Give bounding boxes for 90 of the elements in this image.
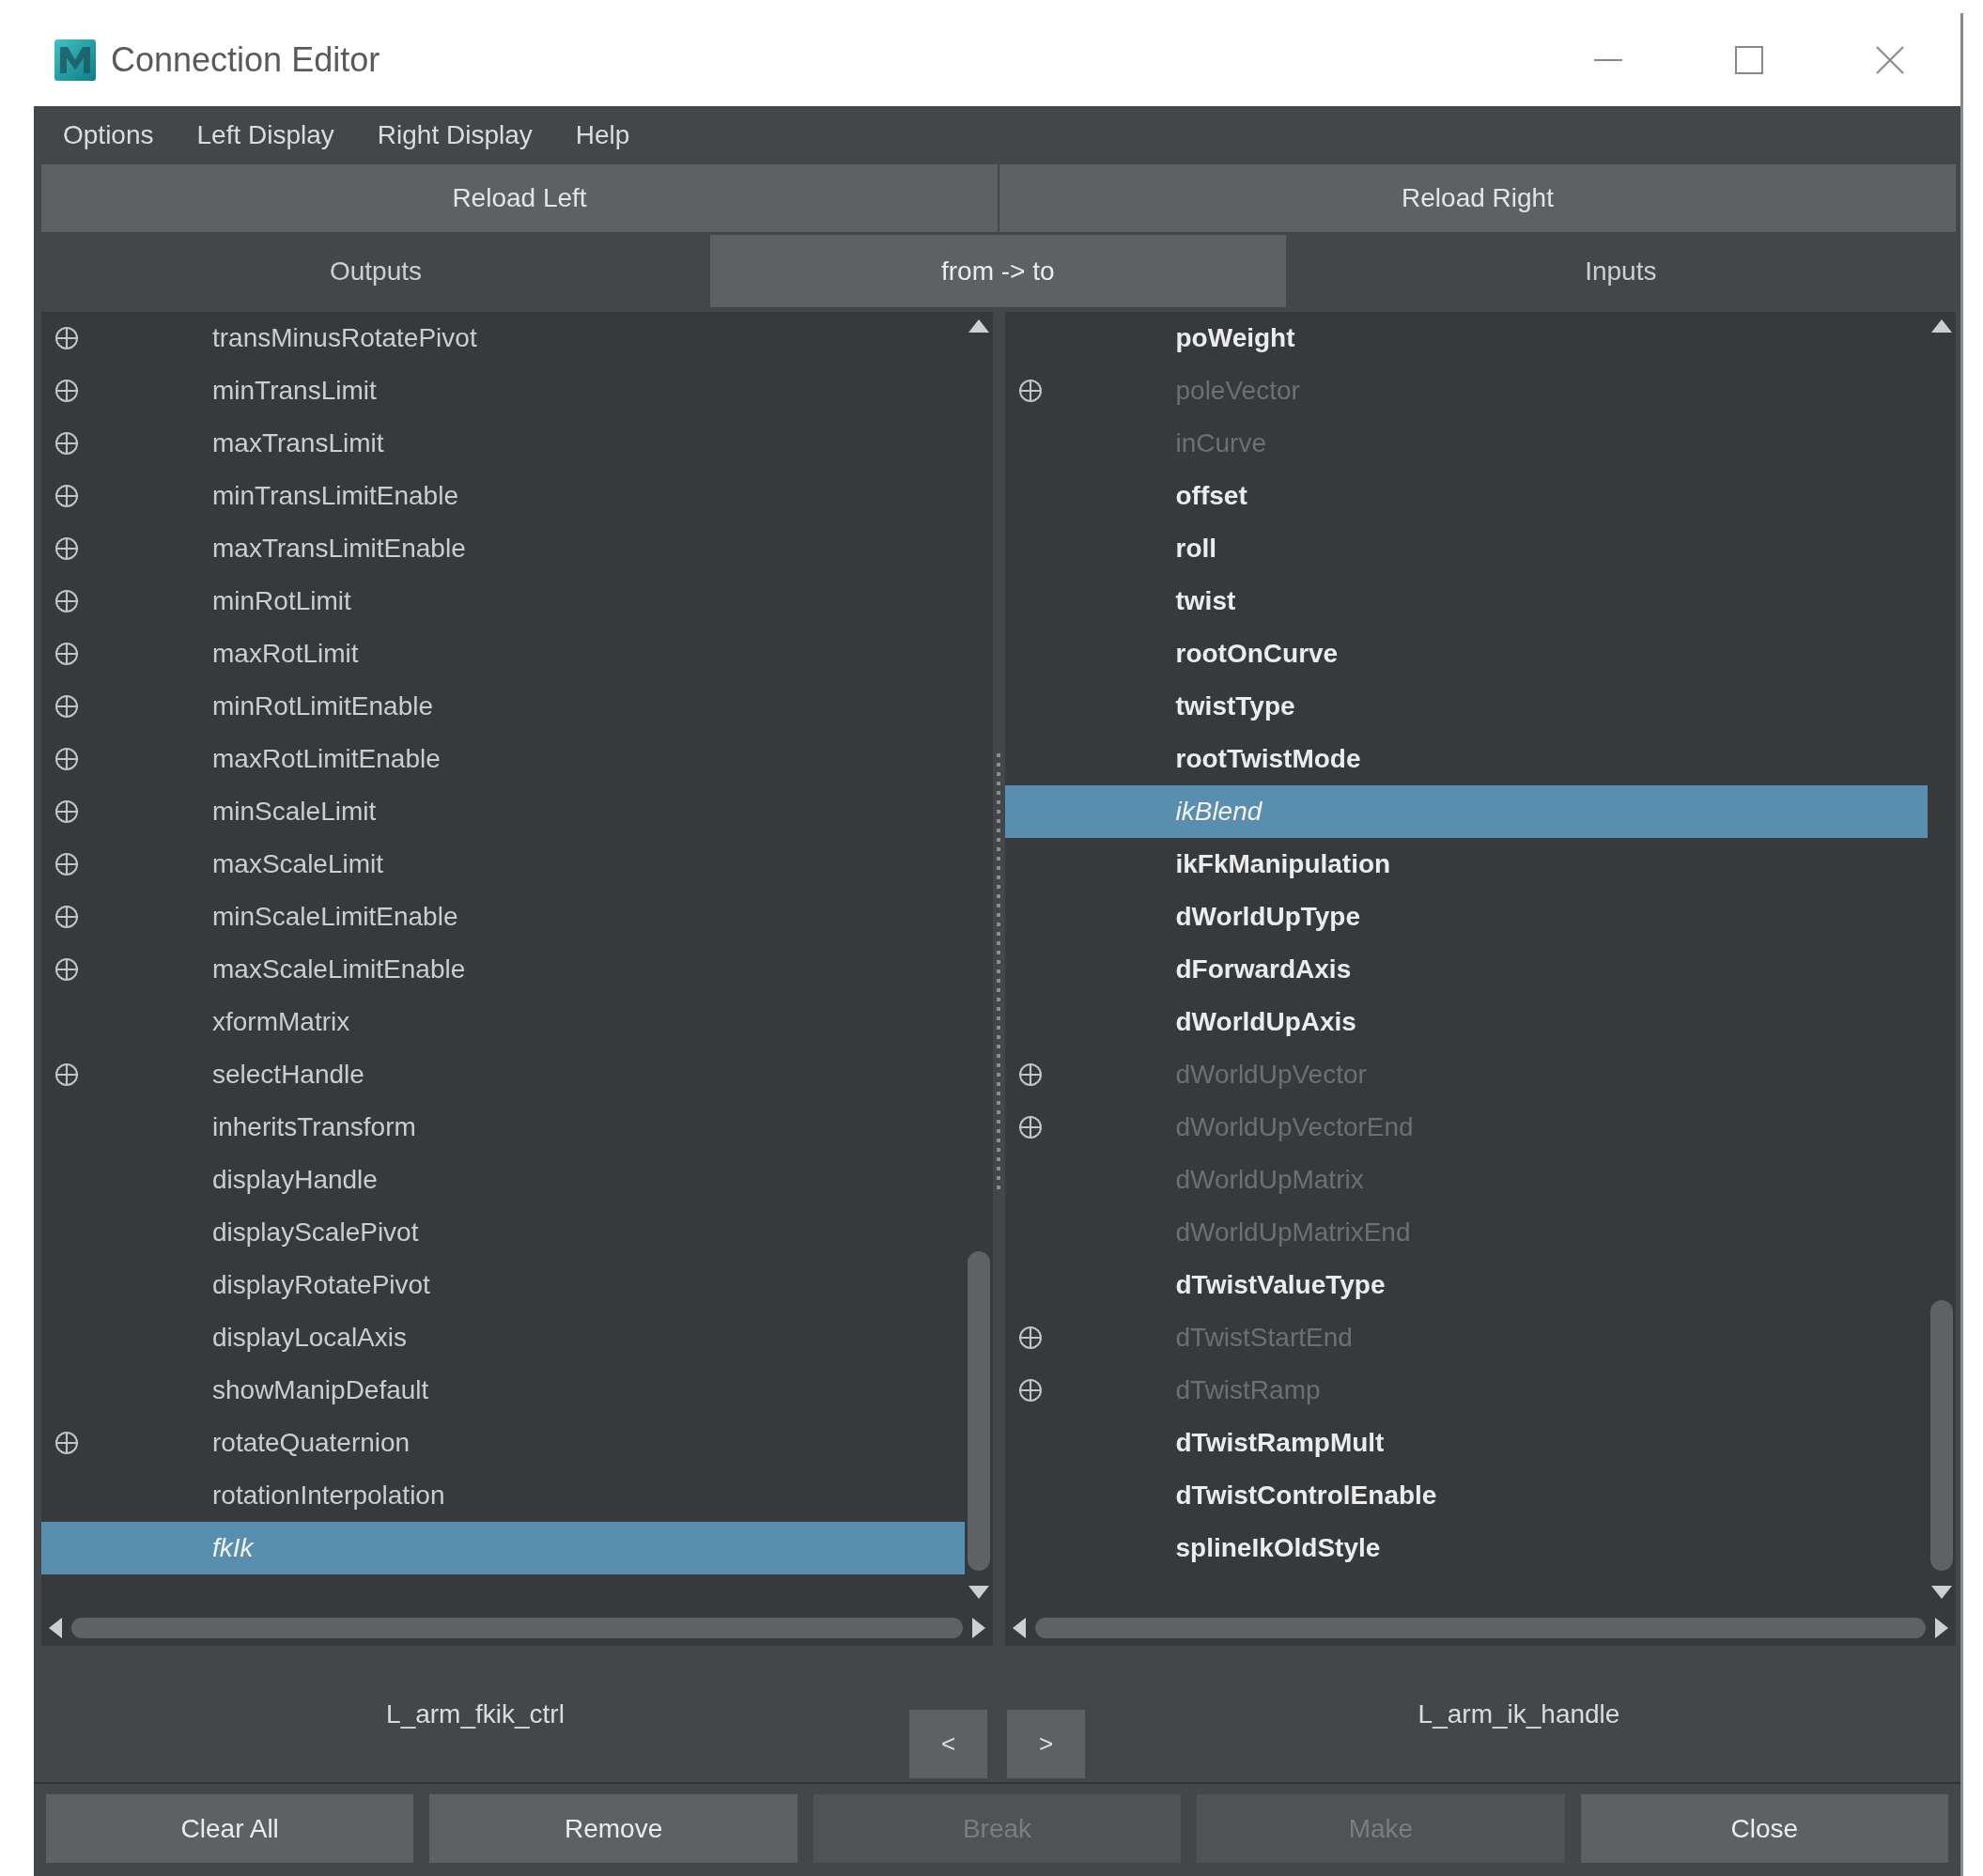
app-logo-icon: [54, 39, 96, 81]
menu-item[interactable]: Help: [553, 120, 652, 150]
attribute-row[interactable]: dTwistValueType: [1004, 1259, 1928, 1311]
expand-icon[interactable]: [54, 852, 79, 876]
expand-icon[interactable]: [1017, 1062, 1043, 1087]
attribute-row[interactable]: roll: [1004, 522, 1928, 575]
source-node-name: L_arm_fkik_ctrl: [386, 1699, 565, 1729]
attribute-row[interactable]: inheritsTransform: [41, 1101, 965, 1154]
scroll-right-icon[interactable]: [971, 1618, 985, 1638]
arrow-button[interactable]: >: [1007, 1710, 1085, 1778]
expand-icon[interactable]: [54, 536, 79, 561]
attribute-row[interactable]: displayScalePivot: [41, 1206, 965, 1259]
menu-item[interactable]: Right Display: [355, 120, 554, 150]
expand-icon[interactable]: [54, 747, 79, 771]
expand-icon[interactable]: [54, 484, 79, 508]
attribute-row[interactable]: dForwardAxis: [1004, 943, 1928, 996]
scrollbar-thumb[interactable]: [1034, 1618, 1926, 1638]
action-button[interactable]: Remove: [429, 1794, 798, 1863]
expand-icon[interactable]: [54, 326, 79, 350]
attribute-row[interactable]: dWorldUpType: [1004, 891, 1928, 943]
attribute-row[interactable]: minTransLimit: [41, 364, 965, 417]
attribute-row[interactable]: twistType: [1004, 680, 1928, 733]
attribute-row[interactable]: splineIkOldStyle: [1004, 1522, 1928, 1574]
scroll-left-icon[interactable]: [1012, 1618, 1026, 1638]
attribute-row[interactable]: maxRotLimit: [41, 628, 965, 680]
expand-icon[interactable]: [54, 1062, 79, 1087]
attribute-row[interactable]: showManipDefault: [41, 1364, 965, 1417]
reload-button[interactable]: Reload Left: [41, 164, 998, 232]
scrollbar-thumb[interactable]: [967, 1251, 990, 1571]
expand-icon[interactable]: [1017, 1326, 1043, 1350]
scroll-right-icon[interactable]: [1935, 1618, 1948, 1638]
arrow-button[interactable]: <: [909, 1710, 987, 1778]
attribute-row[interactable]: rootTwistMode: [1004, 733, 1928, 785]
attribute-row[interactable]: xformMatrix: [41, 996, 965, 1048]
attribute-row[interactable]: twist: [1004, 575, 1928, 628]
scroll-left-icon[interactable]: [49, 1618, 62, 1638]
scroll-down-icon[interactable]: [1931, 1586, 1952, 1599]
close-icon[interactable]: [1874, 43, 1906, 76]
menu-item[interactable]: Options: [41, 120, 176, 150]
attribute-row[interactable]: maxScaleLimit: [41, 838, 965, 891]
expand-icon[interactable]: [1017, 1115, 1043, 1140]
expand-icon[interactable]: [54, 957, 79, 982]
attribute-row[interactable]: selectHandle: [41, 1048, 965, 1101]
scrollbar-thumb[interactable]: [1930, 1300, 1953, 1571]
attribute-row[interactable]: minRotLimit: [41, 575, 965, 628]
action-button[interactable]: Clear All: [46, 1794, 414, 1863]
reload-button[interactable]: Reload Right: [999, 164, 1956, 232]
attribute-row[interactable]: displayRotatePivot: [41, 1259, 965, 1311]
expand-icon[interactable]: [54, 1431, 79, 1455]
expand-icon[interactable]: [1017, 1378, 1043, 1403]
expand-icon[interactable]: [54, 799, 79, 824]
attribute-row[interactable]: dTwistControlEnable: [1004, 1469, 1928, 1522]
attribute-row[interactable]: transMinusRotatePivot: [41, 312, 965, 364]
expand-icon[interactable]: [54, 431, 79, 456]
menu-item[interactable]: Left Display: [175, 120, 356, 150]
tab[interactable]: from -> to: [710, 235, 1286, 307]
attribute-row[interactable]: maxRotLimitEnable: [41, 733, 965, 785]
attribute-row[interactable]: maxTransLimit: [41, 417, 965, 470]
attribute-row[interactable]: maxTransLimitEnable: [41, 522, 965, 575]
expand-icon[interactable]: [54, 589, 79, 613]
attribute-row[interactable]: minScaleLimitEnable: [41, 891, 965, 943]
target-node-name: L_arm_ik_handle: [1418, 1699, 1620, 1729]
tab[interactable]: Outputs: [41, 235, 710, 307]
scroll-up-icon[interactable]: [968, 319, 989, 333]
attribute-row[interactable]: displayHandle: [41, 1154, 965, 1206]
attribute-row[interactable]: minRotLimitEnable: [41, 680, 965, 733]
maximize-icon[interactable]: [1733, 43, 1765, 76]
attribute-row[interactable]: rotateQuaternion: [41, 1417, 965, 1469]
attribute-row[interactable]: rootOnCurve: [1004, 628, 1928, 680]
attribute-row[interactable]: dWorldUpAxis: [1004, 996, 1928, 1048]
attribute-row[interactable]: minScaleLimit: [41, 785, 965, 838]
attribute-row[interactable]: poWeight: [1004, 312, 1928, 364]
attribute-row[interactable]: minTransLimitEnable: [41, 470, 965, 522]
expand-icon[interactable]: [1017, 379, 1043, 403]
window-title: Connection Editor: [111, 39, 381, 80]
expand-icon[interactable]: [54, 905, 79, 929]
attribute-row[interactable]: ikFkManipulation: [1004, 838, 1928, 891]
expand-icon[interactable]: [54, 379, 79, 403]
scrollbar-thumb[interactable]: [71, 1618, 963, 1638]
scroll-up-icon[interactable]: [1931, 319, 1952, 333]
expand-icon[interactable]: [54, 642, 79, 666]
attribute-row[interactable]: rotationInterpolation: [41, 1469, 965, 1522]
tab[interactable]: Inputs: [1285, 235, 1956, 307]
action-button[interactable]: Close: [1580, 1794, 1949, 1863]
attribute-row[interactable]: displayLocalAxis: [41, 1311, 965, 1364]
scroll-down-icon[interactable]: [968, 1586, 989, 1599]
attribute-row[interactable]: maxScaleLimitEnable: [41, 943, 965, 996]
expand-icon[interactable]: [54, 694, 79, 719]
attribute-row[interactable]: dTwistRampMult: [1004, 1417, 1928, 1469]
attribute-row[interactable]: offset: [1004, 470, 1928, 522]
